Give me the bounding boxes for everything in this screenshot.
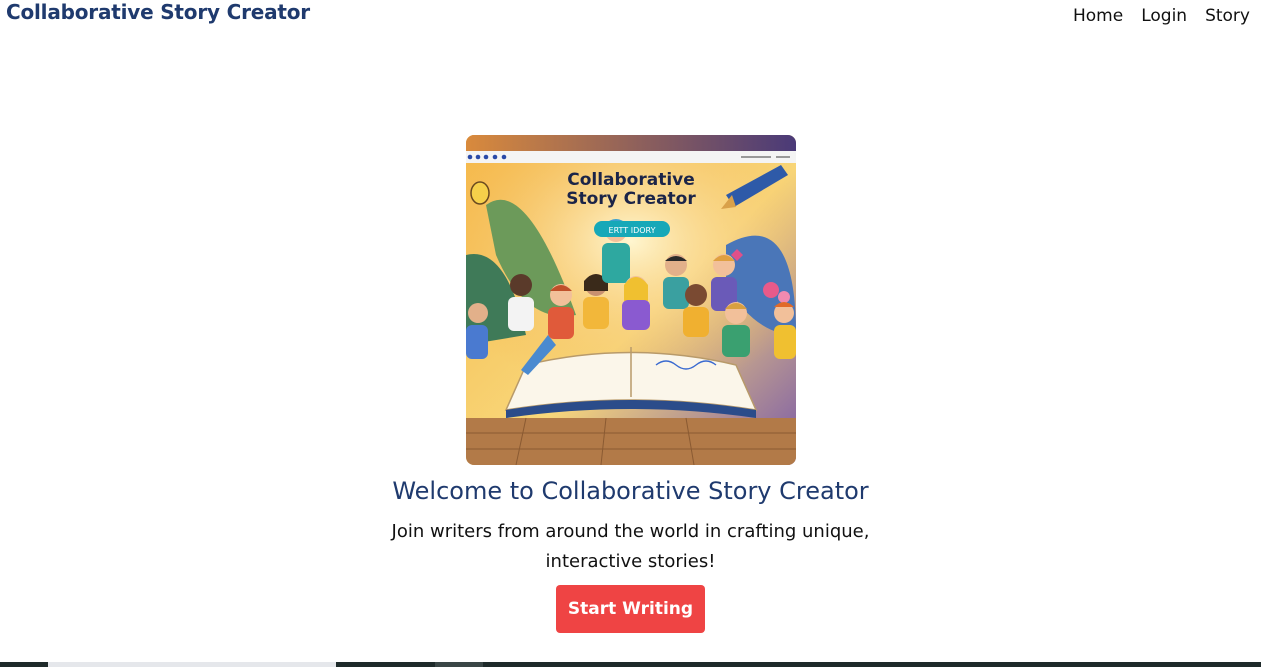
nav-login-link[interactable]: Login bbox=[1141, 6, 1187, 26]
top-nav: Collaborative Story Creator Home Login S… bbox=[0, 0, 1261, 40]
hero-image-heading-line1: Collaborative bbox=[567, 170, 695, 190]
hero-section: ERTT IDORY Collaborative Story Creator W… bbox=[0, 135, 1261, 633]
taskbar-strip bbox=[0, 662, 1261, 667]
taskbar-segment bbox=[48, 662, 336, 667]
nav-links: Home Login Story bbox=[1073, 6, 1250, 26]
nav-home-link[interactable]: Home bbox=[1073, 6, 1123, 26]
taskbar-segment bbox=[435, 662, 483, 667]
hero-title: Welcome to Collaborative Story Creator bbox=[392, 477, 869, 505]
hero-subtitle: Join writers from around the world in cr… bbox=[391, 521, 870, 572]
start-writing-button[interactable]: Start Writing bbox=[556, 585, 705, 633]
brand-title[interactable]: Collaborative Story Creator bbox=[6, 0, 310, 24]
hero-illustration: ERTT IDORY Collaborative Story Creator bbox=[465, 135, 796, 465]
hero-image-heading-line2: Story Creator bbox=[566, 189, 696, 209]
nav-story-link[interactable]: Story bbox=[1205, 6, 1250, 26]
hero-image-pill: ERTT IDORY bbox=[608, 226, 655, 235]
